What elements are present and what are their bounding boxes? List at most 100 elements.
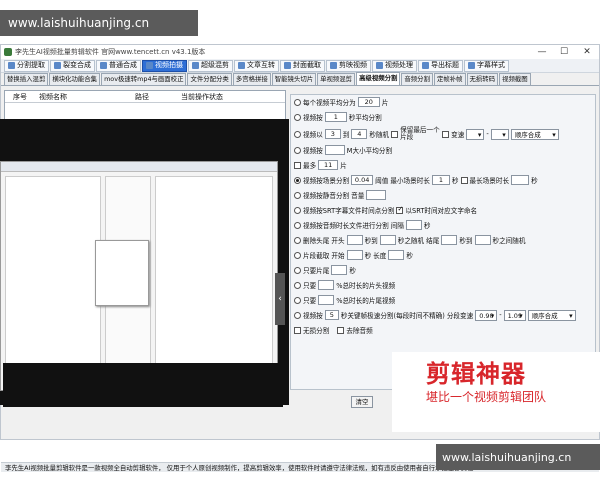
radio-tail-only[interactable]: [294, 266, 301, 274]
speed-min-select[interactable]: [466, 128, 485, 140]
label: 秒: [406, 252, 413, 260]
keep-last-checkbox[interactable]: [391, 130, 399, 138]
col-name[interactable]: 视频名称: [31, 91, 127, 102]
max-pieces-checkbox[interactable]: [294, 161, 301, 169]
label: 以SRT时间对应文字命名: [405, 207, 478, 215]
radio-average-pieces[interactable]: [294, 98, 301, 106]
interval-input[interactable]: [405, 220, 422, 230]
toolbar-icon: [330, 62, 337, 69]
tab[interactable]: 音频分割: [401, 73, 433, 85]
collapse-arrow-icon[interactable]: ‹: [275, 273, 285, 325]
max-scene-checkbox[interactable]: [460, 176, 468, 184]
radio-by-silence[interactable]: [294, 191, 301, 199]
toolbar-icon: [284, 62, 291, 69]
random-min-input[interactable]: 3: [324, 129, 341, 139]
radio-by-audio[interactable]: [294, 221, 301, 229]
label: 秒: [423, 222, 431, 230]
tab[interactable]: 定帧补帧: [433, 73, 466, 85]
toolbar-button[interactable]: 封面截取: [280, 59, 325, 72]
col-index[interactable]: 序号: [5, 91, 31, 102]
srt-naming-checkbox[interactable]: [396, 205, 404, 214]
radio-by-srt[interactable]: [294, 206, 301, 214]
radio-by-scene[interactable]: [294, 176, 301, 184]
seconds-input[interactable]: 1: [324, 112, 347, 122]
option-row-average: 每个视频平均分为 20 片: [291, 95, 597, 109]
label: 开始: [331, 252, 345, 260]
min-scene-input[interactable]: 1: [431, 175, 450, 185]
radio-keyframe[interactable]: [294, 311, 301, 319]
toolbar-label: 文章互转: [247, 61, 275, 69]
log-area[interactable]: [3, 363, 283, 407]
clear-button[interactable]: 清空: [351, 396, 373, 408]
head-percent-input[interactable]: [318, 280, 335, 290]
head-min-input[interactable]: [346, 235, 363, 245]
tab[interactable]: 无损转码: [466, 73, 499, 85]
remove-audio-checkbox[interactable]: [337, 326, 345, 334]
tab[interactable]: 横块化功能合集: [49, 73, 101, 85]
radio-by-size[interactable]: [294, 146, 301, 154]
threshold-input[interactable]: 0.04: [351, 175, 374, 185]
speed-checkbox[interactable]: [442, 130, 450, 138]
toolbar-button[interactable]: 裂变合成: [50, 59, 95, 72]
size-input[interactable]: [324, 145, 345, 155]
lossless-checkbox[interactable]: [294, 326, 301, 334]
toolbar-button[interactable]: 超级混剪: [188, 59, 233, 72]
order-select[interactable]: 顺序合成: [510, 128, 559, 140]
toolbar-button[interactable]: 剪映视频: [326, 59, 371, 72]
close-button[interactable]: ✕: [576, 45, 598, 59]
radio-random-seconds[interactable]: [294, 130, 301, 138]
volume-input[interactable]: [366, 190, 387, 200]
tab[interactable]: 视频截图: [499, 73, 531, 85]
keyframe-order-select[interactable]: 顺序合成: [527, 309, 576, 321]
clip-length-input[interactable]: [388, 250, 405, 260]
speed-high-select[interactable]: 1.09: [503, 309, 526, 321]
max-pieces-input[interactable]: 11: [318, 160, 339, 170]
pieces-input[interactable]: 20: [357, 97, 380, 107]
toolbar-icon: [376, 62, 383, 69]
radio-head-percent[interactable]: [294, 281, 301, 289]
option-row-seconds: 视频按 1 秒平均分割: [291, 110, 597, 124]
toolbar-icon: [422, 62, 429, 69]
clip-start-input[interactable]: [346, 250, 363, 260]
minimize-button[interactable]: —: [531, 45, 553, 59]
tab[interactable]: mov极速转mp4与画面校正: [101, 73, 187, 85]
tab[interactable]: 替换插入混剪: [4, 73, 49, 85]
tail-max-input[interactable]: [474, 235, 491, 245]
tab[interactable]: 高级视频分割: [356, 72, 401, 85]
toolbar-button[interactable]: 文章互转: [234, 59, 279, 72]
max-scene-input[interactable]: [511, 175, 530, 185]
toolbar-button[interactable]: 视频处理: [372, 59, 417, 72]
head-max-input[interactable]: [379, 235, 396, 245]
speed-low-select[interactable]: 0.90: [475, 309, 498, 321]
toolbar-button[interactable]: 视频拍摄: [142, 59, 187, 72]
col-path[interactable]: 路径: [127, 91, 173, 102]
random-max-input[interactable]: 4: [351, 129, 368, 139]
option-row-max: 最多 11 片: [291, 158, 597, 172]
tab[interactable]: 多宫格拼接: [232, 73, 271, 85]
preview-popup: [95, 240, 149, 306]
toolbar-button[interactable]: 导出标题: [418, 59, 463, 72]
radio-trim-head-tail[interactable]: [294, 236, 301, 244]
tail-percent-input[interactable]: [318, 295, 335, 305]
tail-seconds-input[interactable]: [331, 265, 348, 275]
label: %总时长的片尾视频: [336, 297, 396, 305]
tab[interactable]: 智能镜头切片: [271, 73, 317, 85]
label: 删除头尾: [303, 237, 330, 245]
radio-tail-percent[interactable]: [294, 296, 301, 304]
radio-by-seconds[interactable]: [294, 113, 301, 121]
speed-max-select[interactable]: [490, 128, 509, 140]
keyframe-seconds-input[interactable]: 5: [324, 310, 339, 320]
toolbar-button[interactable]: 分割提取: [4, 59, 49, 72]
toolbar-button[interactable]: 普通合成: [96, 59, 141, 72]
label: 最小场景时长: [390, 177, 430, 185]
radio-clip[interactable]: [294, 251, 301, 259]
col-status[interactable]: 当前操作状态: [173, 91, 223, 102]
label: 最多: [303, 162, 317, 170]
toolbar-button[interactable]: 字幕样式: [464, 59, 509, 72]
preview-list: [5, 176, 101, 386]
toolbar-icon: [100, 62, 107, 69]
tab[interactable]: 文件分配分类: [187, 73, 232, 85]
maximize-button[interactable]: ☐: [553, 45, 575, 59]
tail-min-input[interactable]: [441, 235, 458, 245]
tab[interactable]: 单视频混剪: [317, 73, 356, 85]
